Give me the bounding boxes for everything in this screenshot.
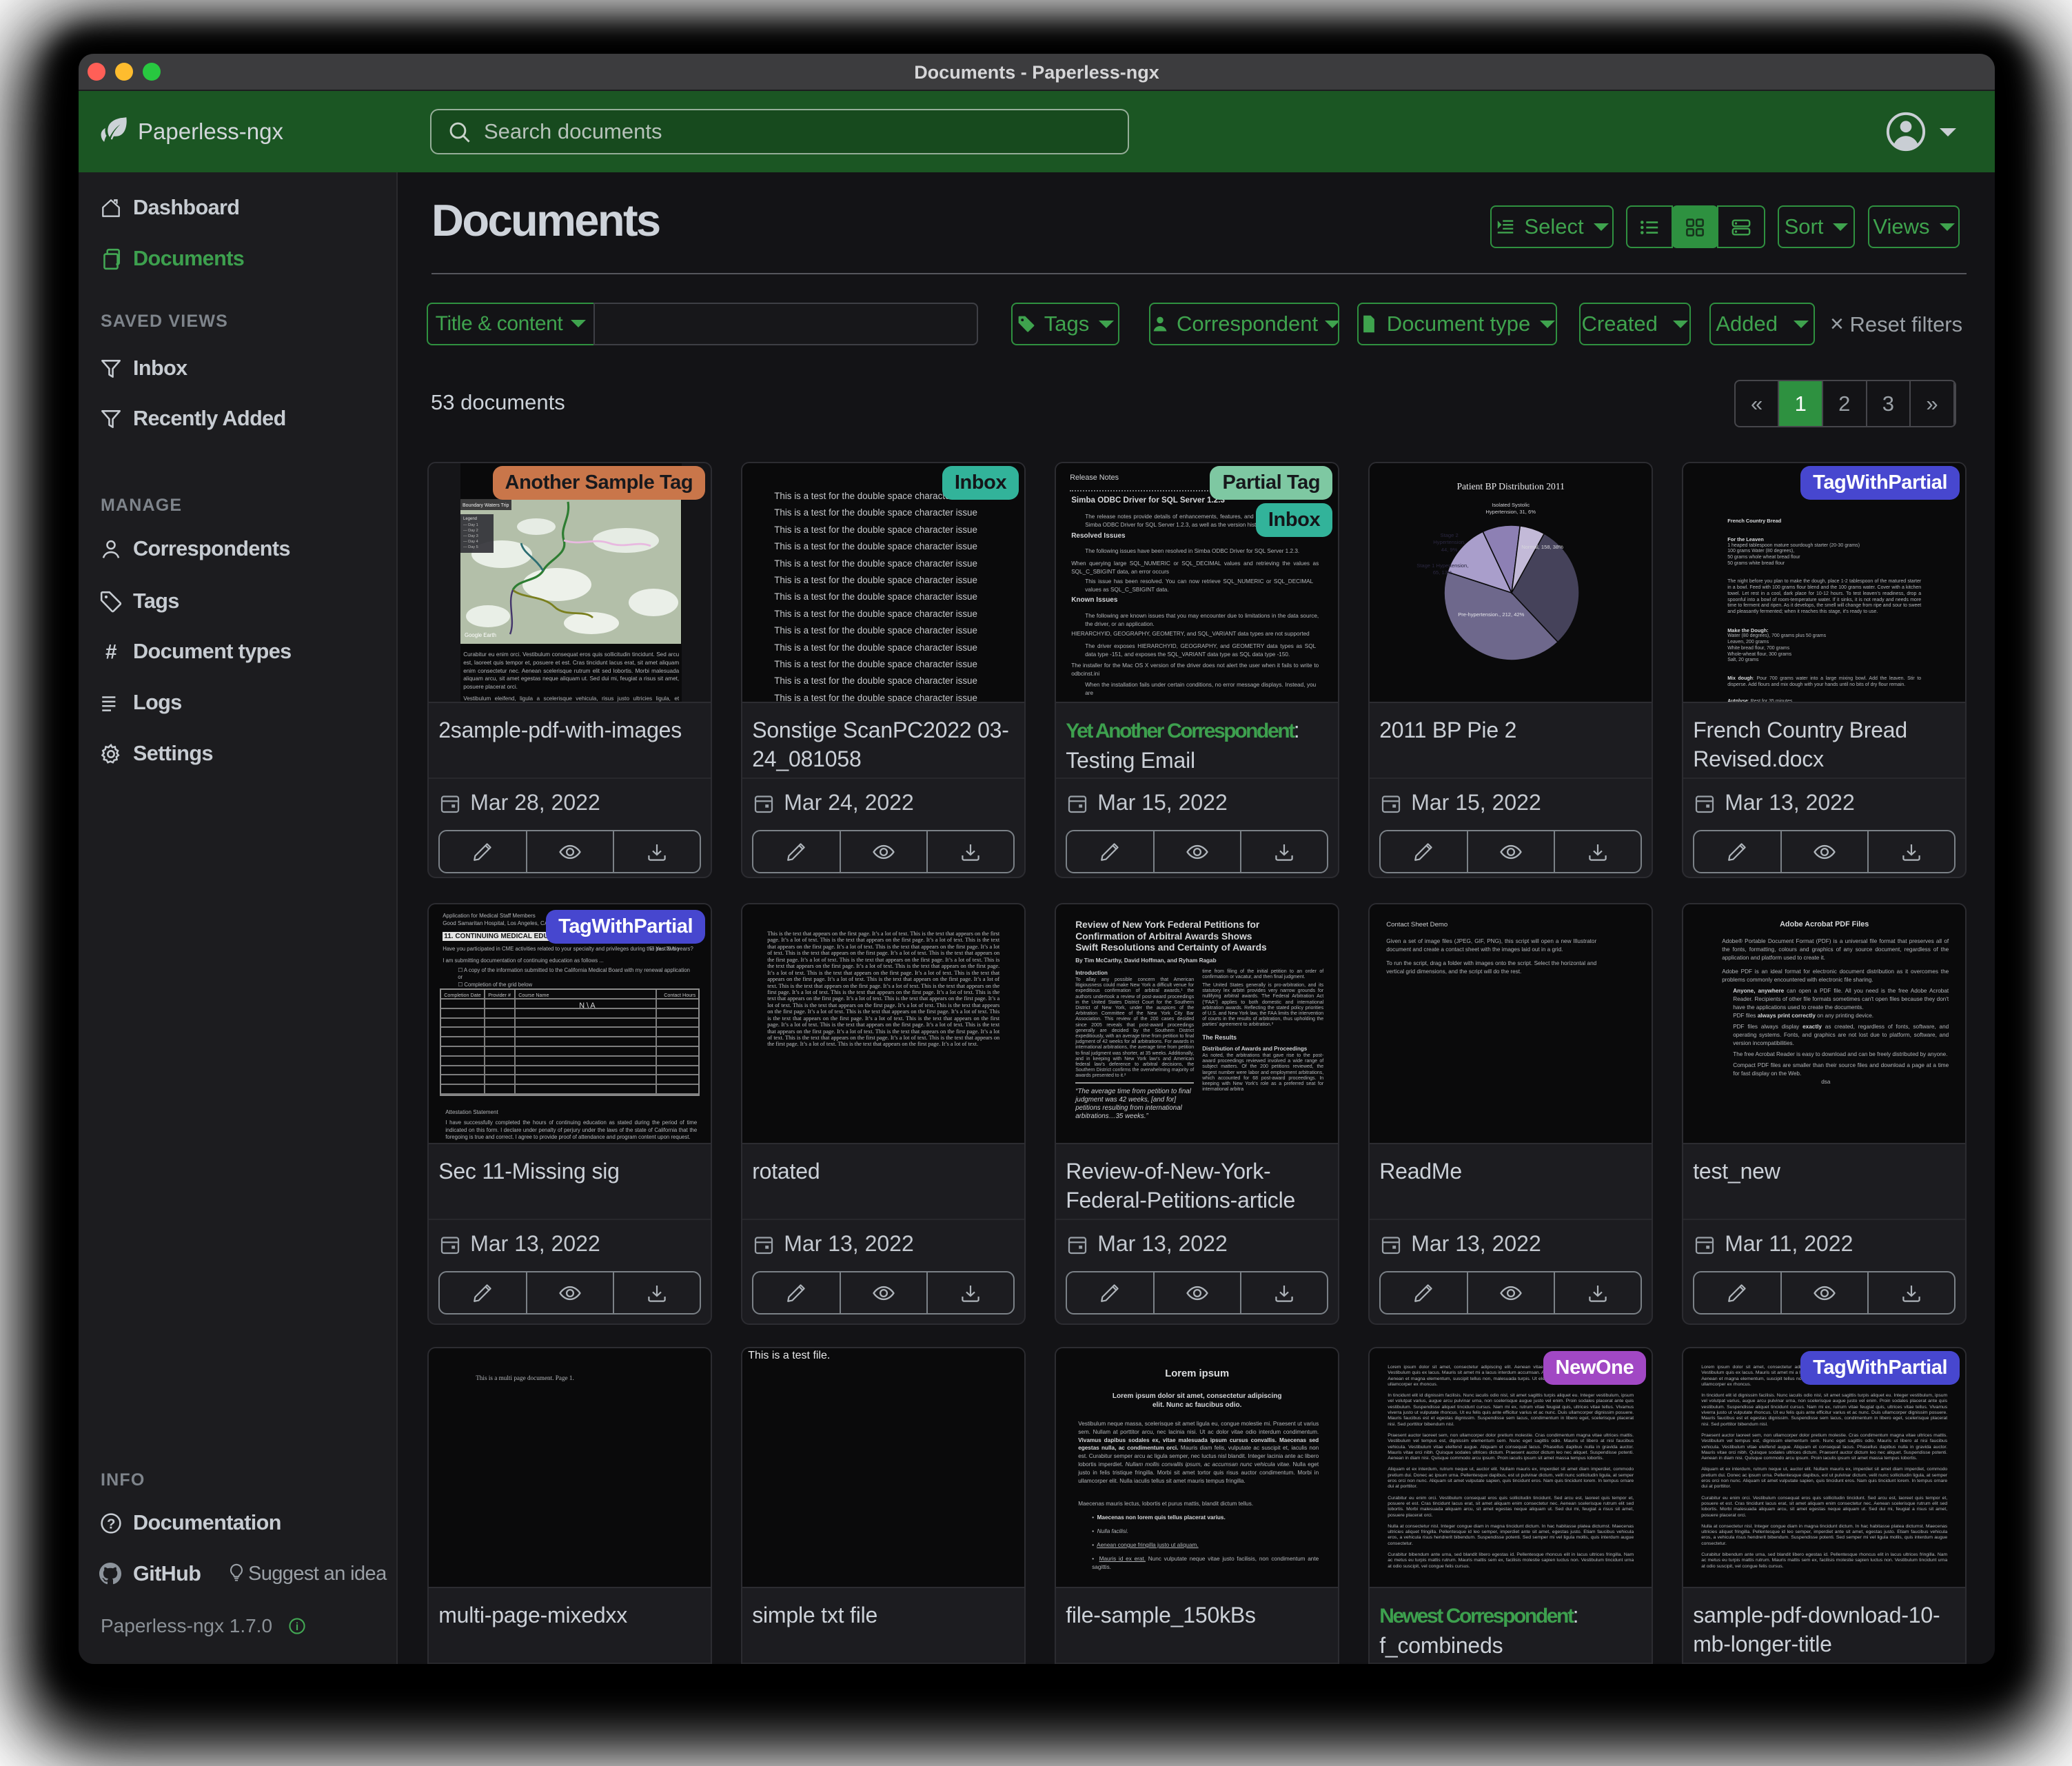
svg-text:Boundary Waters Trip: Boundary Waters Trip <box>463 503 509 508</box>
svg-text:— Day 4: — Day 4 <box>463 540 478 544</box>
svg-text:— Day 2: — Day 2 <box>463 529 478 533</box>
svg-text:Google Earth: Google Earth <box>465 632 496 638</box>
svg-text:— Day 1: — Day 1 <box>463 523 478 527</box>
svg-text:— Day 3: — Day 3 <box>463 534 478 538</box>
svg-text:i: i <box>296 1621 298 1633</box>
svg-text:Legend: Legend <box>463 517 477 521</box>
svg-text:?: ? <box>107 1517 115 1532</box>
svg-text:#: # <box>105 641 117 664</box>
svg-text:— Day 5: — Day 5 <box>463 545 478 549</box>
